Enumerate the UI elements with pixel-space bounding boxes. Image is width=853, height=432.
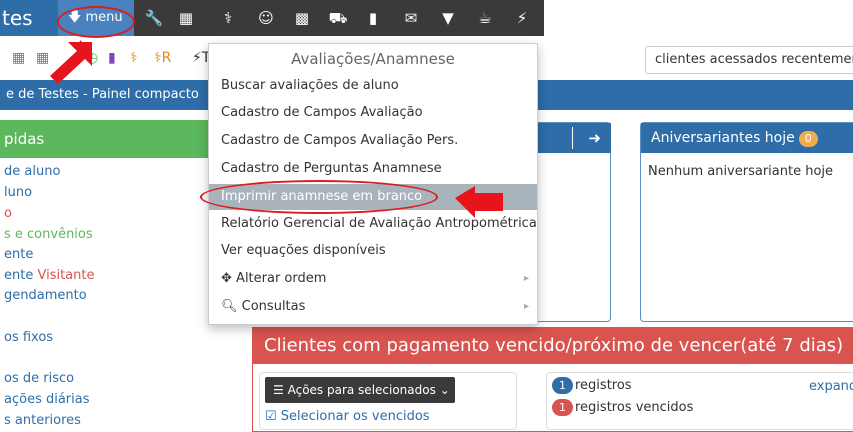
overdue-payments-title: Clientes com pagamento vencido/próximo d… <box>253 328 853 364</box>
sidebar-item[interactable]: s e convênios <box>4 227 93 242</box>
move-icon: ✥ <box>221 271 232 286</box>
shortcut-stethoscope-icon[interactable]: ⚕ <box>130 50 138 66</box>
menu-item-anamnese-questions[interactable]: Cadastro de Perguntas Anamnese <box>209 156 537 182</box>
file-icon[interactable]: ▮ <box>359 0 387 36</box>
stethoscope-icon[interactable]: ⚕ <box>214 0 242 36</box>
middle-panel: ➜ <box>536 122 611 322</box>
sidebar-item[interactable]: os fixos <box>4 330 53 345</box>
select-overdue-label: Selecionar os vencidos <box>280 409 430 424</box>
sidebar-item[interactable]: ente <box>4 247 33 262</box>
arrow-right-icon[interactable]: ➜ <box>588 129 601 147</box>
records-badge: 1 <box>552 377 573 394</box>
menu-item-queries[interactable]: 🔍︎ Consultas ▸ <box>209 294 537 320</box>
brand-title[interactable]: tes <box>0 0 58 36</box>
middle-panel-header: ➜ <box>536 123 611 153</box>
shortcut-calendar2-icon[interactable]: ▦ <box>36 50 49 66</box>
caret-right-icon: ▸ <box>523 301 529 312</box>
birthdays-header: Aniversariantes hoje 0 <box>641 123 853 153</box>
overdue-records-label: registros vencidos <box>575 400 694 415</box>
recent-clients-search[interactable]: clientes acessados recentemente <box>645 46 853 74</box>
sidebar-header: pidas <box>0 120 208 158</box>
menu-item-search-evaluations[interactable]: Buscar avaliações de aluno <box>209 73 537 99</box>
annotation-circle-menu <box>57 6 135 38</box>
dropdown-header: Avaliações/Anamnese <box>291 50 455 68</box>
chevron-down-icon: ⌄ <box>439 383 450 397</box>
overdue-payments-panel: Clientes com pagamento vencido/próximo d… <box>252 327 853 432</box>
money-icon[interactable]: ▩ <box>288 0 316 36</box>
wrench-icon[interactable]: 🔧 <box>140 0 168 36</box>
records-label: registros <box>575 378 632 393</box>
birthdays-empty-text: Nenhum aniversariante hoje <box>648 164 834 179</box>
header-divider <box>572 127 573 149</box>
top-bar: tes 🡇 menu 🔧 ▦ ⚕ ☺ ▩ ⛟ ▮ ✉ ▼ ☕ ⚡ <box>0 0 853 38</box>
calendar-icon[interactable]: ▦ <box>172 0 200 36</box>
sidebar-item[interactable]: luno <box>4 185 32 200</box>
caret-right-icon: ▸ <box>523 273 529 284</box>
shortcut-bookmark-icon[interactable]: ▮ <box>108 50 116 66</box>
cart-icon[interactable]: ⛟ <box>324 0 352 36</box>
annotation-circle-item <box>200 180 438 214</box>
sidebar-item[interactable]: s anteriores <box>4 413 81 428</box>
birthdays-panel: Aniversariantes hoje 0 Nenhum aniversaria… <box>640 122 853 322</box>
sidebar-item[interactable]: o <box>4 206 12 221</box>
annotation-arrow-item <box>455 186 503 218</box>
annotation-arrow-menu <box>50 40 92 84</box>
overdue-records-count: 1 registros vencidos <box>552 399 693 416</box>
menu-item-equations[interactable]: Ver equações disponíveis <box>209 238 537 264</box>
queries-label: Consultas <box>241 299 306 314</box>
actions-label: Ações para selecionados <box>287 383 436 397</box>
shortcut-row: ▦ ▦ ◷ ▮ ⚕ ⚕R ⚡T <box>0 44 215 74</box>
coffee-icon[interactable]: ☕ <box>471 0 499 36</box>
filter-icon[interactable]: ▼ <box>434 0 462 36</box>
sidebar-item[interactable]: gendamento <box>4 288 87 303</box>
birthdays-count-badge: 0 <box>798 131 818 147</box>
expand-link[interactable]: expand <box>809 379 853 394</box>
sidebar-item-visitor[interactable]: ente Visitante <box>4 268 95 283</box>
sidebar-item[interactable]: de aluno <box>4 164 60 179</box>
shortcut-r-label: R <box>161 50 172 66</box>
menu-item-evaluation-fields-pers[interactable]: Cadastro de Campos Avaliação Pers. <box>209 128 537 154</box>
sidebar-item[interactable]: os de risco <box>4 371 74 386</box>
checkbox-icon: ☑ <box>265 409 277 424</box>
change-order-label: Alterar ordem <box>236 271 327 286</box>
shortcut-stethoscope-r-icon[interactable]: ⚕R <box>154 50 171 66</box>
overdue-records-badge: 1 <box>552 399 573 416</box>
shortcut-calendar-icon[interactable]: ▦ <box>12 50 25 66</box>
birthdays-title: Aniversariantes hoje <box>651 130 795 146</box>
menu-item-evaluation-fields[interactable]: Cadastro de Campos Avaliação <box>209 100 537 126</box>
list-icon: ☰ <box>273 383 284 397</box>
sidebar-item[interactable]: ações diárias <box>4 392 90 407</box>
envelope-icon[interactable]: ✉ <box>397 0 425 36</box>
actions-box: ☰ Ações para selecionados ⌄ ☑ Selecionar… <box>259 372 517 430</box>
records-count: 1 registros <box>552 377 632 394</box>
records-box: 1 registros 1 registros vencidos expand <box>546 372 853 430</box>
sidebar-item-text: ente <box>4 268 34 283</box>
bolt-icon[interactable]: ⚡ <box>508 0 536 36</box>
select-overdue-checkbox[interactable]: ☑ Selecionar os vencidos <box>265 409 430 424</box>
selected-actions-button[interactable]: ☰ Ações para selecionados ⌄ <box>265 377 455 403</box>
search-icon: 🔍︎ <box>221 299 238 314</box>
visitor-label: Visitante <box>37 268 95 283</box>
menu-item-change-order[interactable]: ✥ Alterar ordem ▸ <box>209 266 537 292</box>
panel-title: e de Testes - Painel compacto <box>6 87 199 102</box>
users-icon[interactable]: ☺ <box>252 0 280 36</box>
